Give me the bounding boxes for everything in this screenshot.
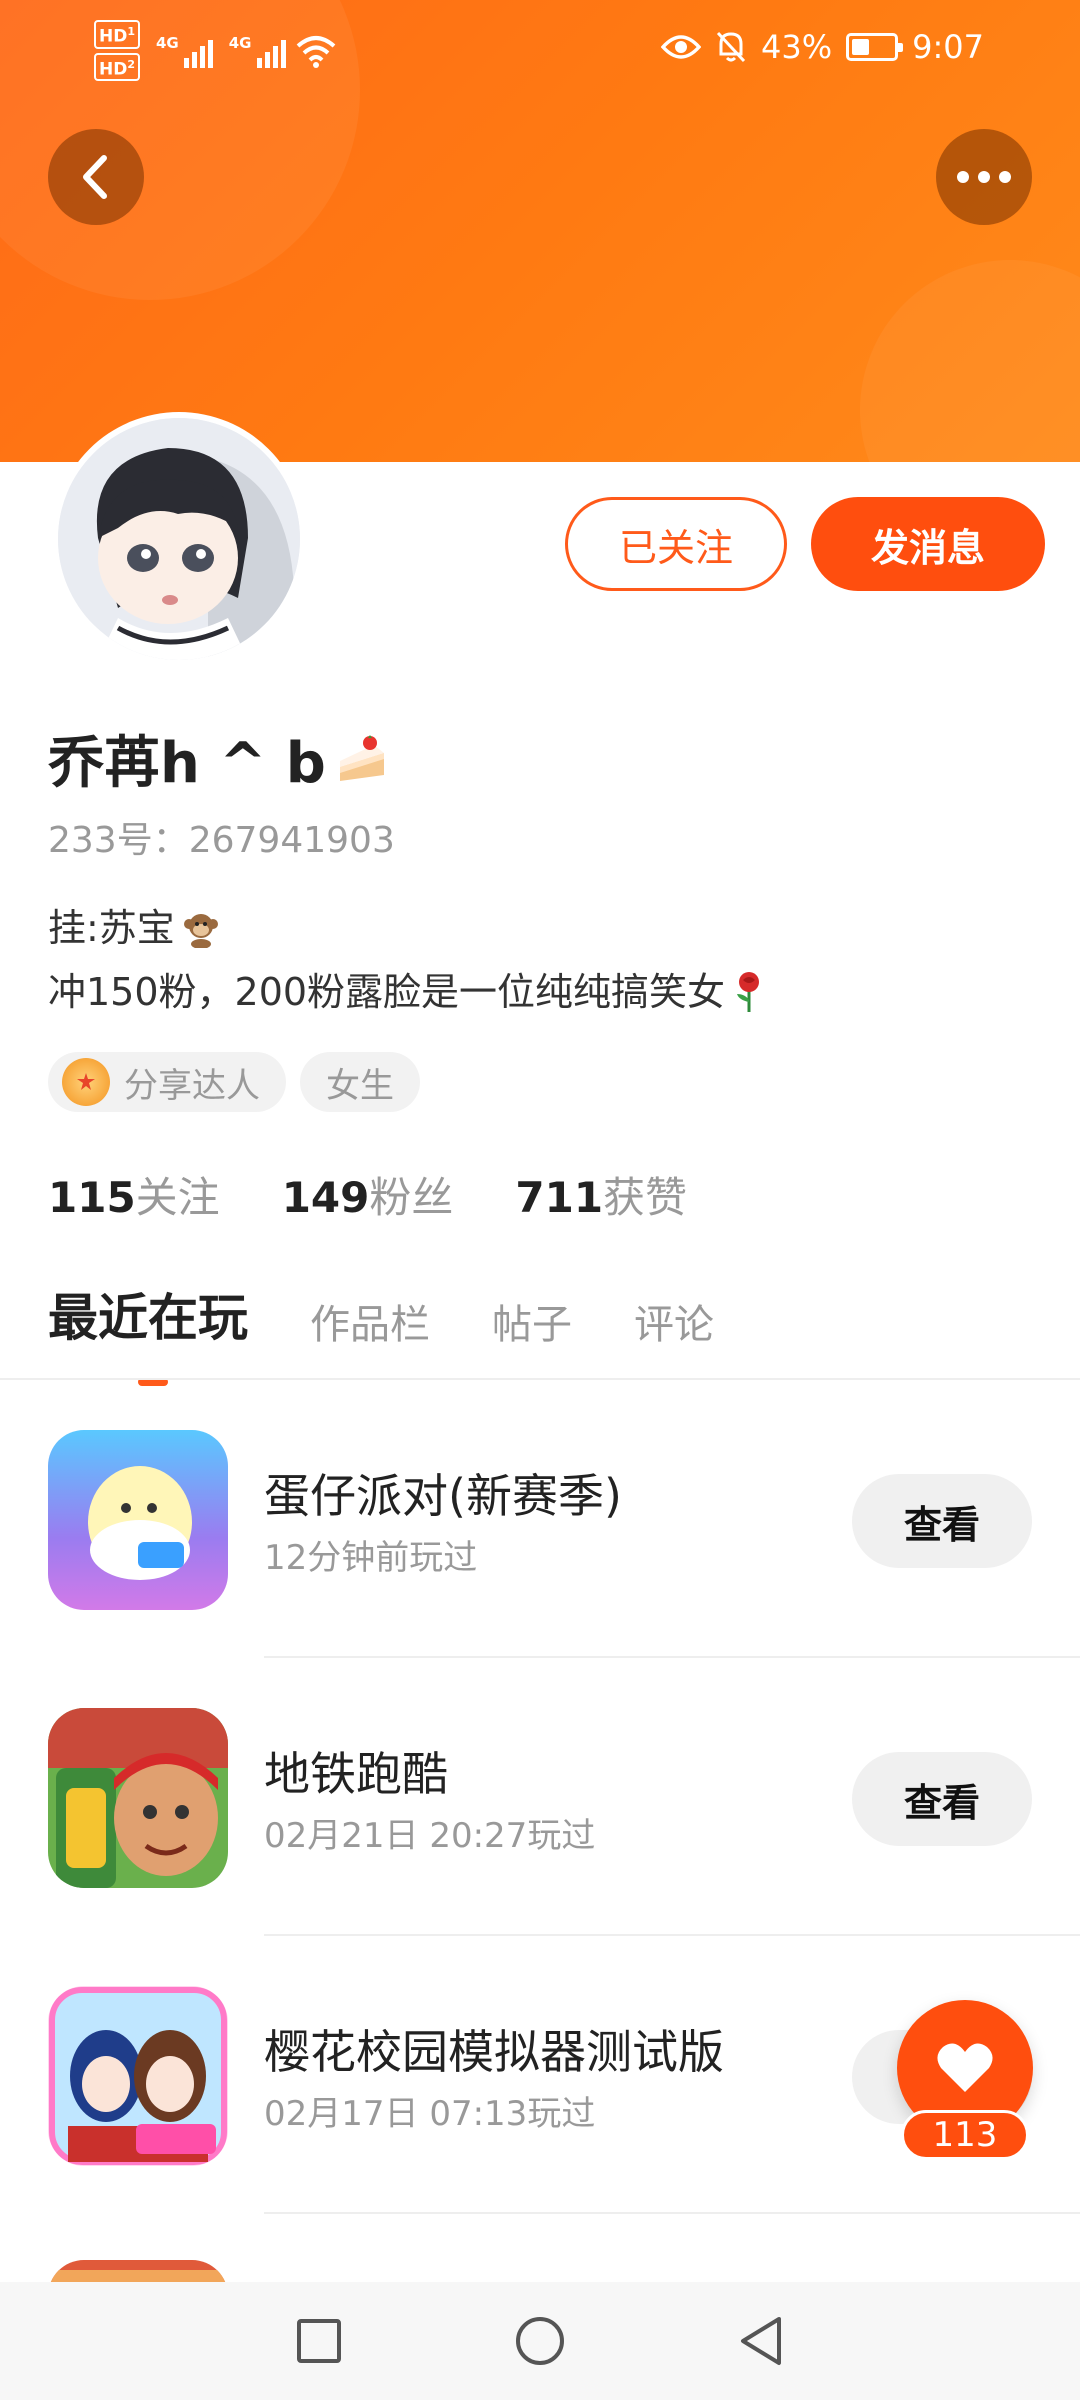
stat-value: 711	[515, 1173, 604, 1222]
battery-fill	[852, 39, 870, 55]
more-dots-icon	[957, 171, 1011, 183]
chevron-left-icon	[83, 155, 107, 199]
status-right: 43% 9:07	[661, 28, 984, 66]
stat-value: 115	[48, 1173, 136, 1222]
bio-line: 挂:苏宝	[48, 896, 767, 960]
tag-label: 分享达人	[124, 1065, 260, 1106]
battery-percent: 43%	[761, 28, 833, 66]
signal-icon: 4G	[229, 34, 286, 68]
game-last-played: 02月17日 07:13玩过	[264, 2094, 596, 2134]
system-nav-bar	[0, 2282, 1080, 2400]
medal-icon	[62, 1058, 110, 1106]
tab-recently-played[interactable]: 最近在玩	[48, 1278, 248, 1386]
game-last-played: 02月21日 20:27玩过	[264, 1816, 596, 1856]
status-bar: HD1 HD2 4G 4G 43% 9:07	[0, 0, 1080, 100]
bio-text: 冲150粉，200粉露脸是一位纯纯搞笑女	[48, 970, 726, 1014]
followed-button[interactable]: 已关注	[565, 497, 787, 591]
monkey-emoji-icon	[183, 914, 218, 948]
avatar[interactable]	[52, 412, 306, 666]
profile-name-row: 乔苒h ^ b	[48, 718, 390, 799]
rose-emoji-icon	[737, 972, 760, 1012]
anime-girl-avatar-illustration	[58, 418, 300, 660]
battery-icon	[846, 33, 904, 61]
tag-gender[interactable]: 女生	[300, 1052, 420, 1112]
game-last-played: 12分钟前玩过	[264, 1538, 478, 1578]
stat-label: 粉丝	[369, 1173, 454, 1222]
home-circle-icon[interactable]	[514, 2315, 566, 2367]
cake-emoji-icon	[339, 734, 384, 781]
bio: 挂:苏宝 冲150粉，200粉露脸是一位纯纯搞笑女	[48, 896, 767, 1024]
user-id: 233号：267941903	[48, 820, 395, 861]
wifi-icon	[296, 35, 335, 68]
list-item[interactable]	[0, 2214, 1080, 2282]
avatar-image	[58, 418, 300, 660]
hd-indicators: HD1 HD2	[94, 20, 140, 82]
back-triangle-icon[interactable]	[737, 2315, 785, 2367]
game-title: 地铁跑酷	[264, 1747, 448, 1801]
tag-label: 女生	[326, 1065, 394, 1106]
stat-value: 149	[281, 1173, 370, 1222]
tab-posts[interactable]: 帖子	[492, 1292, 572, 1350]
stat-following[interactable]: 115关注	[48, 1164, 220, 1225]
tag-share-expert[interactable]: 分享达人	[48, 1052, 286, 1112]
game-title: 樱花校园模拟器测试版	[264, 2025, 724, 2079]
signal-icon: 4G	[156, 34, 213, 68]
profile-tabs: 最近在玩 作品栏 帖子 评论	[48, 1278, 714, 1386]
clock: 9:07	[912, 28, 984, 66]
view-button[interactable]: 查看	[852, 1474, 1032, 1568]
bio-line: 冲150粉，200粉露脸是一位纯纯搞笑女	[48, 960, 767, 1024]
game-icon-eggy-party	[48, 1430, 228, 1610]
recents-square-icon[interactable]	[295, 2317, 343, 2365]
tab-works[interactable]: 作品栏	[310, 1292, 430, 1350]
game-icon-sakura-school	[48, 1986, 228, 2166]
view-button[interactable]: 查看	[852, 1752, 1032, 1846]
profile-stats: 115关注 149粉丝 711获赞	[48, 1164, 687, 1225]
banner-decoration	[860, 260, 1080, 462]
profile-name: 乔苒h ^ b	[48, 731, 326, 796]
eye-icon	[661, 35, 702, 59]
stat-followers[interactable]: 149粉丝	[282, 1164, 454, 1225]
list-item[interactable]: 蛋仔派对(新赛季) 12分钟前玩过 查看	[0, 1380, 1080, 1658]
list-item[interactable]: 地铁跑酷 02月21日 20:27玩过 查看	[0, 1658, 1080, 1936]
hd2-badge: HD2	[94, 52, 140, 82]
stat-label: 关注	[135, 1173, 220, 1222]
game-icon-partial	[48, 2260, 228, 2282]
stat-likes[interactable]: 711获赞	[515, 1164, 687, 1225]
more-button[interactable]	[936, 129, 1032, 225]
mute-bell-icon	[716, 31, 746, 63]
tag-list: 分享达人 女生	[48, 1052, 420, 1112]
status-left: HD1 HD2 4G 4G	[94, 20, 336, 82]
hd1-badge: HD1	[94, 20, 140, 49]
send-message-button[interactable]: 发消息	[811, 497, 1045, 591]
like-count: 113	[901, 2110, 1029, 2160]
game-title: 蛋仔派对(新赛季)	[264, 1469, 622, 1523]
heart-icon	[937, 2043, 993, 2092]
tab-comments[interactable]: 评论	[634, 1292, 714, 1350]
bio-text: 挂:苏宝	[48, 906, 175, 950]
back-button[interactable]	[48, 129, 144, 225]
game-icon-subway-surfers	[48, 1708, 228, 1888]
stat-label: 获赞	[603, 1173, 688, 1222]
